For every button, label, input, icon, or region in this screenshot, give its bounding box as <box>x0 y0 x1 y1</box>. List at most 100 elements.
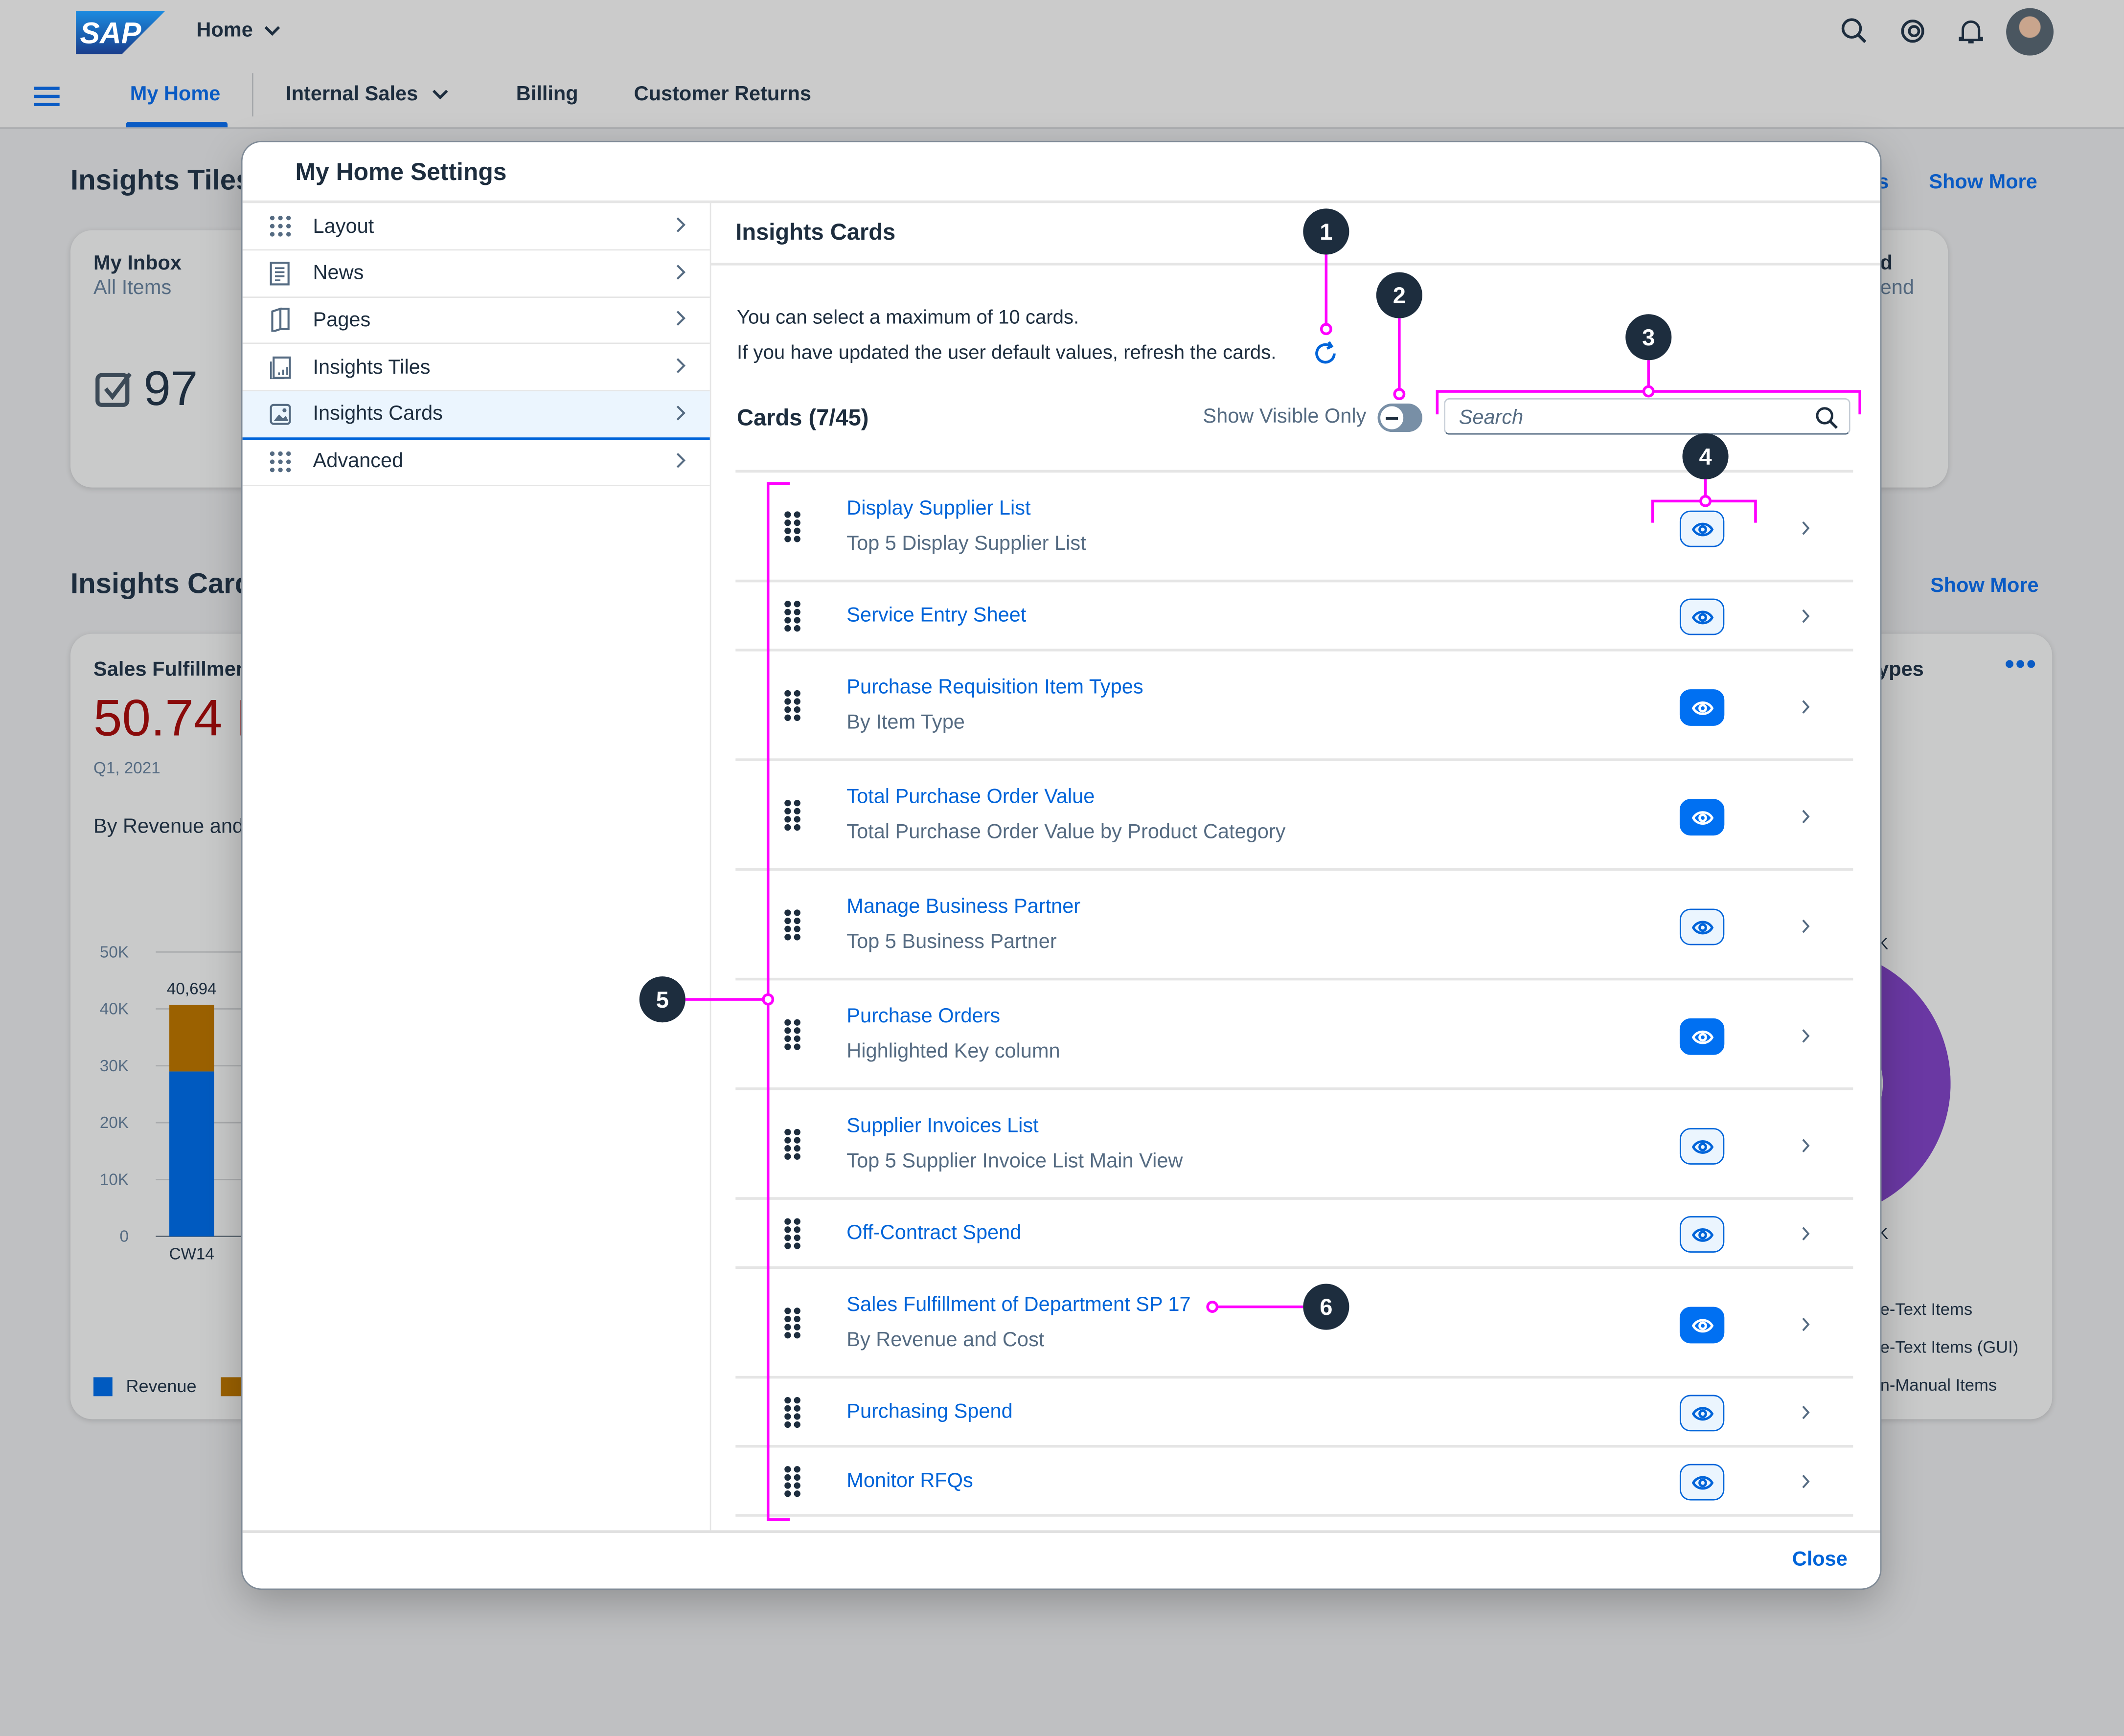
nav-item-news[interactable]: News <box>242 250 710 298</box>
visibility-toggle-button[interactable] <box>1679 1128 1725 1165</box>
info-max-cards: You can select a maximum of 10 cards. <box>737 307 1079 329</box>
search-icon[interactable] <box>1815 406 1838 429</box>
visibility-toggle-button[interactable] <box>1679 510 1725 547</box>
card-title-link[interactable]: Supplier Invoices List <box>846 1114 1038 1137</box>
nav-item-pages[interactable]: Pages <box>242 297 710 345</box>
nav-item-layout[interactable]: Layout <box>242 203 710 251</box>
legend-label-revenue: Revenue <box>126 1375 197 1397</box>
chevron-right-icon[interactable] <box>1800 608 1811 624</box>
tile-title[interactable]: My Inbox <box>93 252 182 275</box>
visibility-toggle-button[interactable] <box>1679 1018 1725 1055</box>
drag-handle-icon[interactable] <box>783 799 802 831</box>
drag-handle-icon[interactable] <box>783 511 802 543</box>
card-list-item[interactable]: Purchase Orders Highlighted Key column <box>735 980 1853 1090</box>
visibility-toggle-button[interactable] <box>1679 1464 1725 1501</box>
card-list-item[interactable]: Display Supplier List Top 5 Display Suppl… <box>735 473 1853 583</box>
drag-handle-icon[interactable] <box>783 1128 802 1160</box>
search-input[interactable] <box>1456 405 1801 431</box>
tab-customer-returns[interactable]: Customer Returns <box>634 83 811 106</box>
close-button[interactable]: Close <box>1792 1548 1848 1571</box>
eye-icon <box>1691 1227 1713 1241</box>
eye-icon <box>1691 1318 1713 1332</box>
bar-data-label: 40,694 <box>167 980 217 998</box>
card-subtitle: Top 5 Supplier Invoice List Main View <box>846 1150 1183 1173</box>
visibility-toggle-button[interactable] <box>1679 1216 1725 1253</box>
visibility-toggle-button[interactable] <box>1679 799 1725 836</box>
nav-item-insights-cards[interactable]: Insights Cards <box>242 391 710 440</box>
search-icon[interactable] <box>1840 16 1870 46</box>
drag-handle-icon[interactable] <box>783 689 802 721</box>
card-title-link[interactable]: Monitor RFQs <box>846 1469 973 1492</box>
nav-item-label: News <box>313 261 364 285</box>
search-field[interactable] <box>1444 398 1850 435</box>
nav-item-label: Layout <box>313 214 374 238</box>
chevron-right-icon[interactable] <box>1800 1028 1811 1044</box>
tab-internal-sales[interactable]: Internal Sales <box>286 83 448 106</box>
card-list-item[interactable]: Off-Contract Spend <box>735 1200 1853 1269</box>
chevron-right-icon[interactable] <box>1800 1225 1811 1241</box>
card-title-link[interactable]: Purchasing Spend <box>846 1400 1012 1423</box>
card-list-item[interactable]: Supplier Invoices List Top 5 Supplier Inv… <box>735 1090 1853 1200</box>
avatar[interactable] <box>2006 8 2054 56</box>
eye-icon <box>1691 1030 1713 1044</box>
drag-handle-icon[interactable] <box>783 909 802 941</box>
card-title-link[interactable]: Display Supplier List <box>846 497 1030 520</box>
card-title-link[interactable]: Sales Fulfillment of Department SP 17 <box>846 1293 1190 1316</box>
drag-handle-icon[interactable] <box>783 600 802 632</box>
drag-handle-icon[interactable] <box>783 1465 802 1498</box>
card-list-item[interactable]: Purchasing Spend <box>735 1378 1853 1448</box>
visibility-toggle-button[interactable] <box>1679 689 1725 726</box>
chevron-right-icon[interactable] <box>1800 1404 1811 1420</box>
card-title-link[interactable]: Manage Business Partner <box>846 895 1080 918</box>
tab-divider <box>251 73 253 117</box>
show-visible-only-switch[interactable] <box>1377 404 1422 432</box>
visibility-toggle-button[interactable] <box>1679 1307 1725 1344</box>
grid-icon <box>270 216 291 237</box>
visibility-toggle-button[interactable] <box>1679 598 1725 635</box>
eye-icon <box>1691 1406 1713 1420</box>
chevron-right-icon[interactable] <box>1800 699 1811 715</box>
chevron-right-icon[interactable] <box>1800 809 1811 825</box>
card-title-link[interactable]: Off-Contract Spend <box>846 1221 1021 1244</box>
tab-my-home[interactable]: My Home <box>130 83 221 106</box>
card-title-link[interactable]: Purchase Requisition Item Types <box>846 676 1143 699</box>
tab-billing[interactable]: Billing <box>516 83 578 106</box>
show-more-cards-link[interactable]: Show More <box>1930 574 2039 597</box>
chevron-right-icon[interactable] <box>1800 1473 1811 1489</box>
drag-handle-icon[interactable] <box>783 1018 802 1051</box>
card-title-link[interactable]: Purchase Orders <box>846 1005 1000 1028</box>
card-subtitle: By Revenue and Cost <box>846 1328 1045 1352</box>
card-list-item[interactable]: Purchase Requisition Item Types By Item T… <box>735 652 1853 761</box>
joule-icon[interactable] <box>1898 16 1928 46</box>
tile-subtitle: All Items <box>93 276 172 299</box>
card-list-item[interactable]: Service Entry Sheet <box>735 582 1853 652</box>
bell-icon[interactable] <box>1956 16 1986 46</box>
card-list-item[interactable]: Total Purchase Order Value Total Purchase… <box>735 761 1853 871</box>
nav-item-insights-tiles[interactable]: Insights Tiles <box>242 344 710 392</box>
chevron-right-icon <box>676 264 686 279</box>
eye-icon <box>1691 522 1713 536</box>
nav-item-advanced[interactable]: Advanced <box>242 438 710 486</box>
show-more-tiles-link[interactable]: Show More <box>1929 171 2037 194</box>
drag-handle-icon[interactable] <box>783 1307 802 1339</box>
refresh-icon[interactable] <box>1313 340 1340 367</box>
menu-icon[interactable] <box>34 87 60 107</box>
card-title-link[interactable]: Service Entry Sheet <box>846 604 1026 627</box>
chevron-right-icon[interactable] <box>1800 918 1811 934</box>
visibility-toggle-button[interactable] <box>1679 1395 1725 1432</box>
chevron-right-icon[interactable] <box>1800 1138 1811 1154</box>
chevron-right-icon[interactable] <box>1800 520 1811 536</box>
card-list-item[interactable]: Monitor RFQs <box>735 1448 1853 1517</box>
card-more-options-icon[interactable]: ••• <box>2005 650 2037 681</box>
chevron-right-icon[interactable] <box>1800 1316 1811 1332</box>
tile2-subtitle-fragment: end <box>1880 276 1914 299</box>
visibility-toggle-button[interactable] <box>1679 908 1725 946</box>
card-list-item[interactable]: Manage Business Partner Top 5 Business Pa… <box>735 871 1853 981</box>
card-list-item[interactable]: Sales Fulfillment of Department SP 17 By … <box>735 1269 1853 1379</box>
sap-logo[interactable]: SAP <box>76 11 165 54</box>
home-menu[interactable]: Home <box>196 19 280 42</box>
card-image-icon <box>270 404 291 425</box>
drag-handle-icon[interactable] <box>783 1217 802 1250</box>
card-title-link[interactable]: Total Purchase Order Value <box>846 786 1095 809</box>
drag-handle-icon[interactable] <box>783 1396 802 1428</box>
